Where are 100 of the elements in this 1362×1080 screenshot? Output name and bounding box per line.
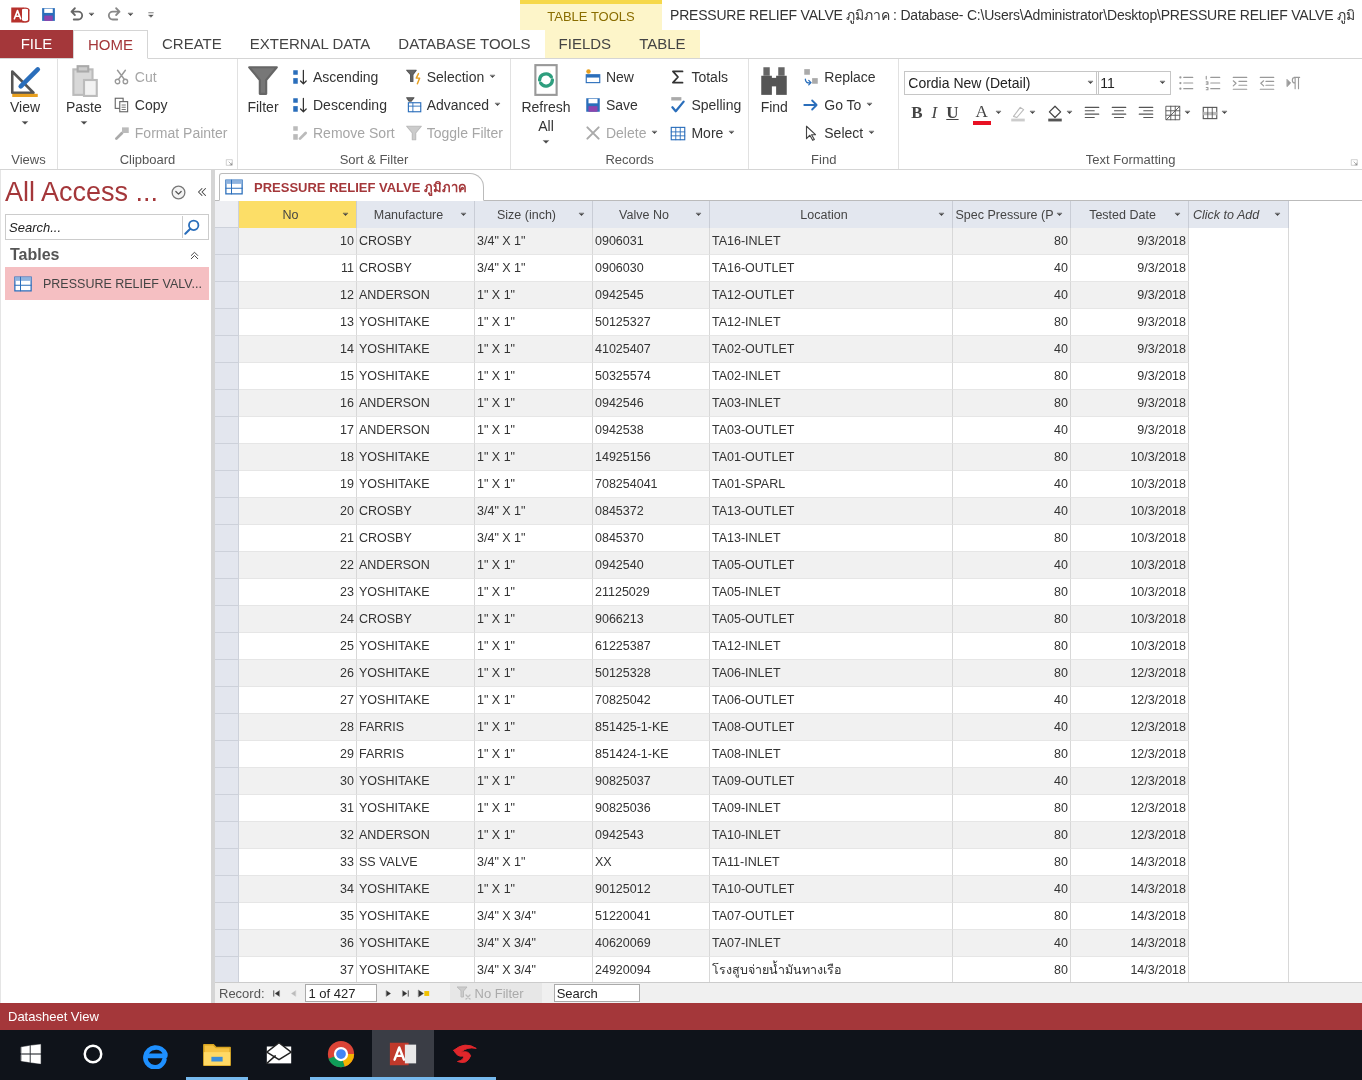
select-all-corner[interactable] bbox=[215, 201, 239, 229]
row-selector[interactable] bbox=[215, 660, 239, 688]
taskbar-button[interactable] bbox=[372, 1030, 434, 1080]
row-selector[interactable] bbox=[215, 606, 239, 634]
ribbon-button[interactable]: Descending bbox=[289, 90, 397, 119]
column-header[interactable]: Spec Pressure (P bbox=[953, 201, 1071, 229]
ribbon-tab[interactable]: HOME bbox=[73, 29, 148, 59]
row-selector[interactable] bbox=[215, 471, 239, 499]
ribbon-button[interactable]: Go To bbox=[800, 90, 879, 119]
row-selector[interactable] bbox=[215, 849, 239, 877]
ribbon-button[interactable]: Totals bbox=[667, 62, 744, 91]
table-cell: CROSBY bbox=[357, 606, 475, 634]
cross-icon bbox=[583, 123, 602, 142]
column-header[interactable]: Tested Date bbox=[1071, 201, 1189, 229]
dialog-launcher-button[interactable] bbox=[225, 158, 234, 168]
ribbon-tab[interactable]: CREATE bbox=[148, 29, 236, 58]
row-selector[interactable] bbox=[215, 444, 239, 472]
section-header[interactable]: Tables bbox=[5, 240, 209, 268]
column-header[interactable]: Valve No bbox=[593, 201, 710, 229]
table-cell: 0906031 bbox=[593, 228, 710, 256]
save-button[interactable] bbox=[40, 6, 57, 24]
record-position-field[interactable]: 1 of 427 bbox=[304, 984, 377, 1003]
dialog-launcher-button[interactable] bbox=[1350, 158, 1359, 168]
ribbon-button[interactable]: Copy bbox=[110, 90, 230, 119]
format-button[interactable]: A bbox=[972, 100, 991, 125]
font-size-dropdown[interactable]: 11 bbox=[1096, 70, 1172, 95]
table-cell: 22 bbox=[239, 552, 357, 580]
row-selector[interactable] bbox=[215, 579, 239, 607]
row-selector[interactable] bbox=[215, 822, 239, 850]
table-cell: 1" X 1" bbox=[475, 606, 593, 634]
row-selector[interactable] bbox=[215, 282, 239, 310]
search-field[interactable]: Search bbox=[553, 984, 640, 1003]
ribbon-tab[interactable]: FILE bbox=[0, 29, 73, 58]
table-cell: 10/3/2018 bbox=[1071, 444, 1189, 472]
pane-menu-button[interactable] bbox=[170, 183, 187, 201]
format-button[interactable]: U bbox=[943, 101, 962, 124]
ribbon-tab[interactable]: FIELDS bbox=[544, 29, 626, 58]
column-header[interactable]: Manufacture bbox=[357, 201, 475, 229]
launcher-icon bbox=[1350, 158, 1359, 168]
table-cell: 14/3/2018 bbox=[1071, 930, 1189, 958]
ribbon-button[interactable]: Refresh All bbox=[515, 62, 576, 150]
search-field[interactable]: Search... bbox=[5, 214, 209, 241]
first-record-button[interactable] bbox=[270, 987, 282, 999]
fill-bucket-icon bbox=[1045, 103, 1064, 122]
column-header[interactable]: Location bbox=[710, 201, 953, 229]
ribbon-button[interactable]: Advanced bbox=[402, 90, 505, 119]
row-selector[interactable] bbox=[215, 498, 239, 526]
row-selector[interactable] bbox=[215, 876, 239, 904]
ribbon-button[interactable]: Paste bbox=[63, 62, 105, 150]
table-cell: 1" X 1" bbox=[475, 336, 593, 364]
ribbon-button[interactable]: Replace bbox=[800, 62, 879, 91]
table-cell: TA03-INLET bbox=[710, 390, 953, 418]
row-selector[interactable] bbox=[215, 768, 239, 796]
row-selector[interactable] bbox=[215, 363, 239, 391]
table-cell: 9/3/2018 bbox=[1071, 282, 1189, 310]
ribbon-button[interactable]: New bbox=[581, 62, 662, 91]
table-cell: 9/3/2018 bbox=[1071, 336, 1189, 364]
table-cell: YOSHITAKE bbox=[357, 930, 475, 958]
row-selector[interactable] bbox=[215, 309, 239, 337]
row-selector[interactable] bbox=[215, 552, 239, 580]
row-selector[interactable] bbox=[215, 336, 239, 364]
ribbon-button[interactable]: Select bbox=[800, 118, 879, 147]
row-selector[interactable] bbox=[215, 255, 239, 283]
row-selector[interactable] bbox=[215, 741, 239, 769]
column-header[interactable]: Size (inch) bbox=[475, 201, 593, 229]
ribbon-button[interactable]: Spelling bbox=[667, 90, 744, 119]
ribbon-button[interactable]: Save bbox=[581, 90, 662, 119]
ribbon-tab[interactable]: TABLE bbox=[625, 29, 700, 58]
table-cell: TA16-INLET bbox=[710, 228, 953, 256]
row-selector[interactable] bbox=[215, 390, 239, 418]
row-selector[interactable] bbox=[215, 525, 239, 553]
row-selector[interactable] bbox=[215, 633, 239, 661]
row-selector[interactable] bbox=[215, 417, 239, 445]
ribbon-button[interactable]: More bbox=[667, 118, 744, 147]
ribbon-button[interactable]: View bbox=[5, 62, 45, 150]
table-cell: CROSBY bbox=[357, 498, 475, 526]
ribbon-tab[interactable]: DATABASE TOOLS bbox=[384, 29, 545, 58]
row-selector[interactable] bbox=[215, 714, 239, 742]
last-record-button[interactable] bbox=[399, 987, 411, 999]
row-selector[interactable] bbox=[215, 930, 239, 958]
row-selector[interactable] bbox=[215, 795, 239, 823]
ribbon-button[interactable]: Filter bbox=[243, 62, 283, 150]
column-header[interactable]: Click to Add bbox=[1189, 201, 1289, 229]
column-header[interactable]: No bbox=[239, 201, 357, 229]
document-tab[interactable]: PRESSURE RELIEF VALVE ภูมิภาค bbox=[219, 173, 484, 202]
row-selector[interactable] bbox=[215, 957, 239, 983]
row-selector[interactable] bbox=[215, 903, 239, 931]
ribbon-tab[interactable]: EXTERNAL DATA bbox=[235, 29, 385, 58]
table-cell: 12/3/2018 bbox=[1071, 822, 1189, 850]
format-button[interactable]: I bbox=[928, 101, 941, 124]
table-cell: 10 bbox=[239, 228, 357, 256]
nav-item[interactable]: PRESSURE RELIEF VALV... bbox=[5, 267, 209, 301]
row-selector[interactable] bbox=[215, 687, 239, 715]
font-dropdown[interactable]: Cordia New (Detail) bbox=[904, 70, 1100, 95]
table-cell: TA06-INLET bbox=[710, 660, 953, 688]
ribbon-button[interactable]: Selection bbox=[402, 62, 505, 91]
ribbon-button[interactable]: Ascending bbox=[289, 62, 397, 91]
row-selector[interactable] bbox=[215, 228, 239, 256]
format-button[interactable]: B bbox=[908, 101, 926, 124]
ribbon-button[interactable]: Find bbox=[754, 62, 795, 150]
